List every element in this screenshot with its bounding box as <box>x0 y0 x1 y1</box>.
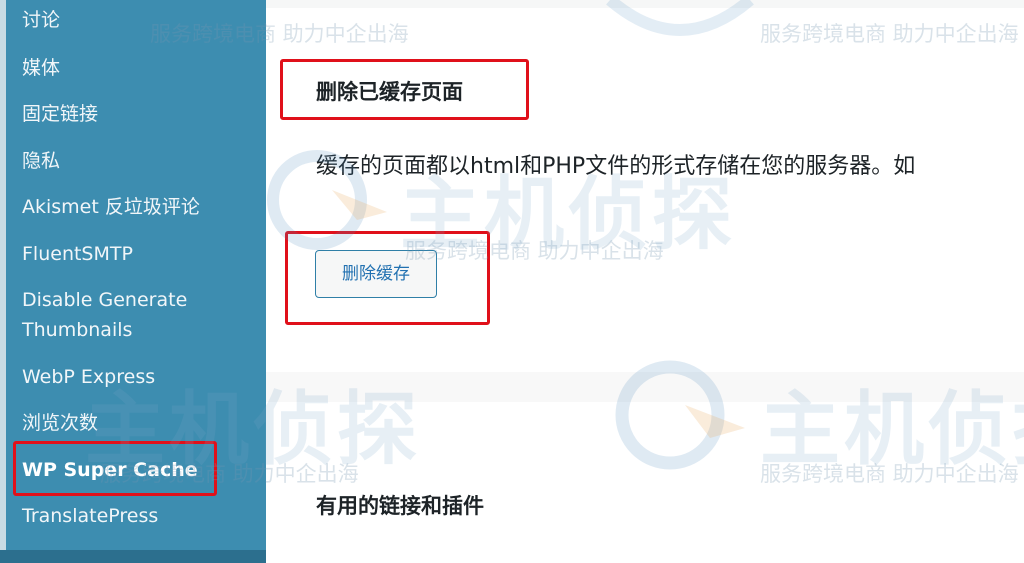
watermark-text: 服务跨境电商 助力中企出海 <box>760 22 1019 46</box>
watermark-logo-icon <box>606 0 754 36</box>
sidebar-edge <box>0 0 6 563</box>
sidebar-item-translatepress[interactable]: TranslatePress <box>22 501 262 531</box>
watermark-brand: 主机侦探 <box>760 383 1024 476</box>
sidebar-bottom-bar <box>0 550 266 563</box>
watermark-brand: 主机侦探 <box>400 168 736 261</box>
sidebar-item-disable-generate[interactable]: Disable Generate <box>22 285 262 315</box>
highlight-box-heading <box>280 59 529 120</box>
sidebar-item-permalinks[interactable]: 固定链接 <box>22 99 262 129</box>
sidebar-item-media[interactable]: 媒体 <box>22 53 262 83</box>
useful-links-heading: 有用的链接和插件 <box>316 494 484 518</box>
watermark-brand: 主机侦探 <box>85 383 421 476</box>
watermark-logo-icon <box>267 150 387 250</box>
sidebar-item-privacy[interactable]: 隐私 <box>22 146 262 176</box>
sidebar-item-akismet[interactable]: Akismet 反垃圾评论 <box>22 192 262 222</box>
watermark-text: 服务跨境电商 助力中企出海 <box>150 22 409 46</box>
sidebar-item-fluentsmtp[interactable]: FluentSMTP <box>22 239 262 269</box>
watermark-logo-icon <box>615 360 745 470</box>
sidebar-item-thumbnails[interactable]: Thumbnails <box>22 315 262 345</box>
